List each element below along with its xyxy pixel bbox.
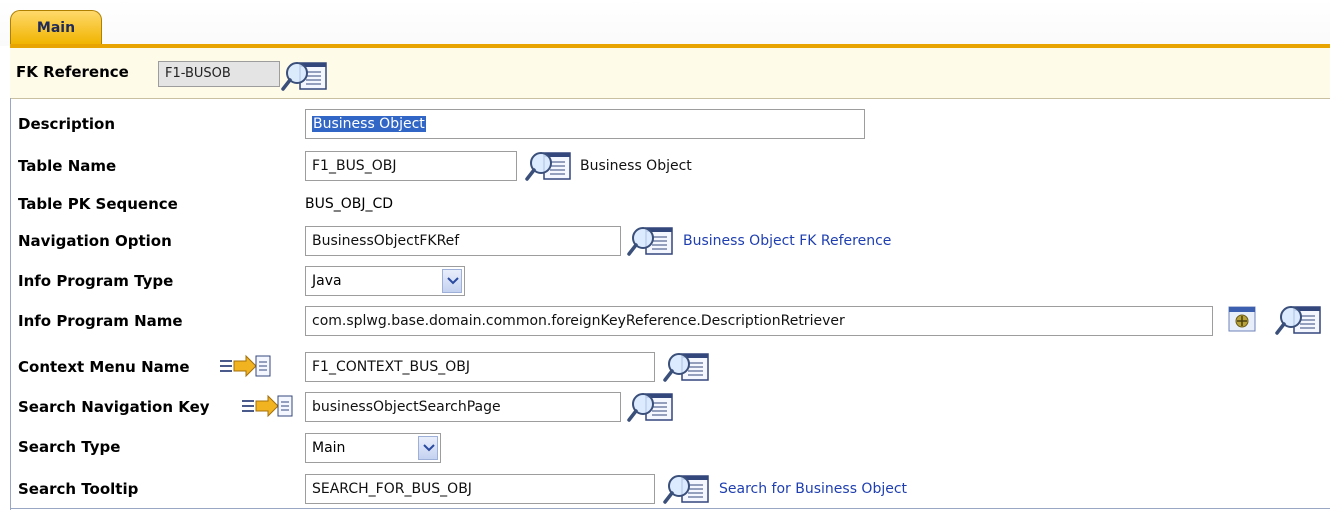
search-tooltip-label: Search Tooltip — [18, 480, 139, 498]
table-name-field[interactable]: F1_BUS_OBJ — [305, 151, 517, 181]
search-icon[interactable] — [626, 389, 678, 429]
chevron-down-icon[interactable] — [418, 436, 438, 460]
description-label: Description — [18, 115, 116, 133]
search-tooltip-field[interactable]: SEARCH_FOR_BUS_OBJ — [305, 474, 655, 504]
goto-icon[interactable] — [240, 392, 296, 424]
chevron-down-icon[interactable] — [442, 269, 462, 293]
search-icon[interactable] — [1274, 302, 1326, 342]
context-menu-name-field[interactable]: F1_CONTEXT_BUS_OBJ — [305, 352, 655, 382]
search-tooltip-link[interactable]: Search for Business Object — [719, 481, 907, 497]
info-program-type-value: Java — [312, 273, 342, 289]
description-value: Business Object — [312, 116, 426, 132]
search-icon[interactable] — [524, 148, 576, 188]
goto-icon[interactable] — [218, 352, 274, 384]
tab-strip: Main — [0, 0, 1330, 46]
tab-main[interactable]: Main — [10, 10, 102, 44]
java-source-icon[interactable] — [1228, 305, 1256, 337]
form-left-border — [10, 98, 11, 510]
search-icon[interactable] — [280, 58, 332, 98]
search-type-label: Search Type — [18, 438, 121, 456]
search-type-value: Main — [312, 440, 346, 456]
info-program-name-label: Info Program Name — [18, 312, 183, 330]
search-icon[interactable] — [662, 349, 714, 389]
fk-reference-field[interactable]: F1-BUSOB — [158, 61, 280, 87]
search-navigation-key-label: Search Navigation Key — [18, 398, 210, 416]
table-pk-sequence-label: Table PK Sequence — [18, 195, 178, 213]
description-field[interactable]: Business Object — [305, 109, 865, 139]
fk-reference-bar: FK Reference F1-BUSOB — [10, 48, 1330, 99]
context-menu-name-label: Context Menu Name — [18, 358, 190, 376]
info-program-type-select[interactable]: Java — [305, 266, 465, 296]
fk-reference-label: FK Reference — [16, 63, 129, 81]
table-name-description: Business Object — [580, 158, 692, 174]
table-name-label: Table Name — [18, 157, 117, 175]
navigation-option-label: Navigation Option — [18, 232, 172, 250]
table-pk-sequence-value: BUS_OBJ_CD — [305, 196, 394, 212]
info-program-type-label: Info Program Type — [18, 272, 174, 290]
info-program-name-field[interactable]: com.splwg.base.domain.common.foreignKeyR… — [305, 306, 1213, 336]
search-navigation-key-field[interactable]: businessObjectSearchPage — [305, 392, 621, 422]
search-type-select[interactable]: Main — [305, 433, 441, 463]
search-icon[interactable] — [662, 471, 714, 511]
navigation-option-field[interactable]: BusinessObjectFKRef — [305, 226, 621, 256]
search-icon[interactable] — [626, 223, 678, 263]
navigation-option-link[interactable]: Business Object FK Reference — [683, 233, 891, 249]
